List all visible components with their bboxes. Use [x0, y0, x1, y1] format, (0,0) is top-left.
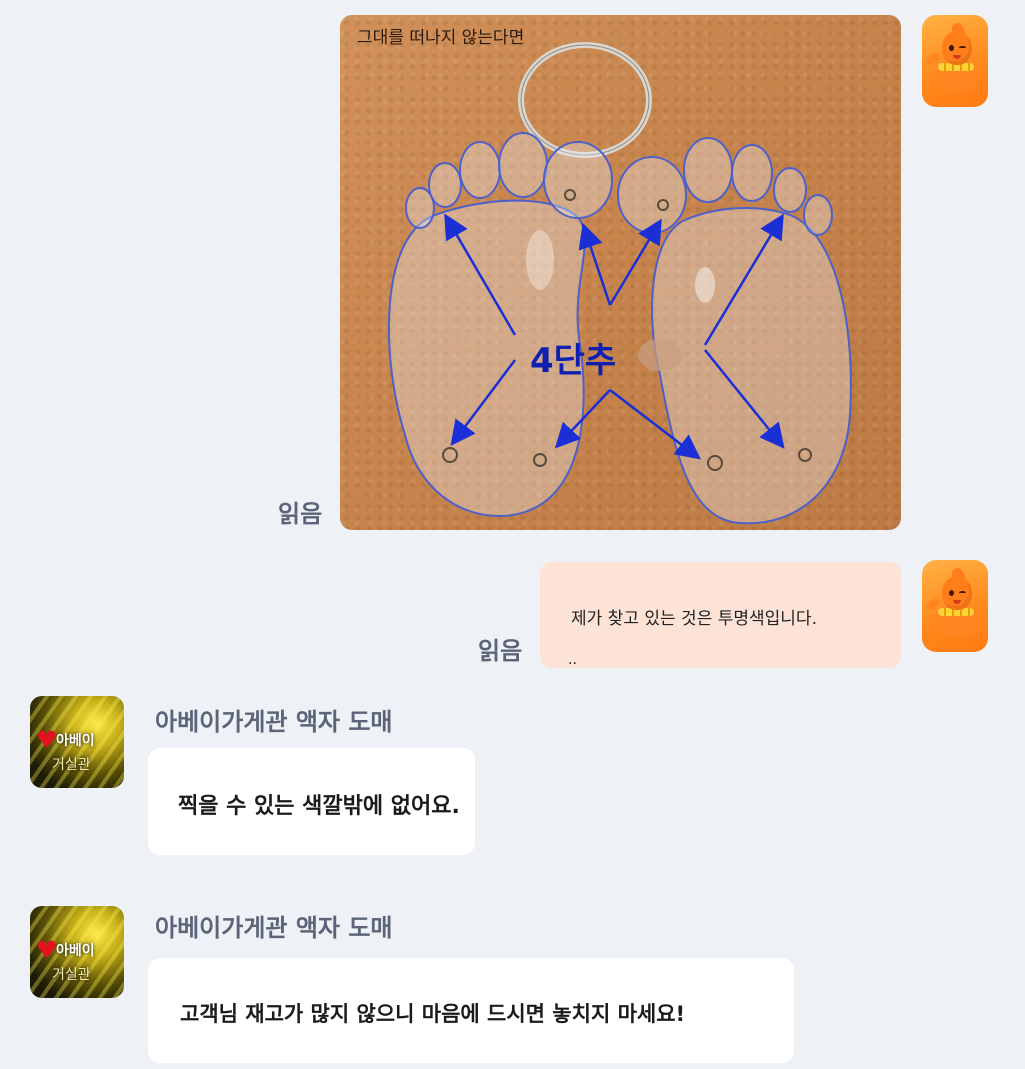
sender-name[interactable]: 아베이가게관 액자 도매 [155, 702, 393, 737]
message-image-row: 그대를 떠나지 않는다면 4단추 읽음 [0, 0, 1025, 540]
message-text: 제가 찾고 있는 것은 투명색입니다. [571, 609, 817, 629]
avatar-text-line2: 거실관 [52, 967, 91, 983]
message-text-row-shop: ♥ 아베이 거실관 아베이가게관 액자 도매 고객님 재고가 많지 않으니 마음… [0, 900, 1025, 1069]
my-avatar[interactable] [922, 15, 988, 107]
shop-avatar[interactable]: ♥ 아베이 거실관 [30, 906, 124, 998]
sender-name[interactable]: 아베이가게관 액자 도매 [155, 908, 393, 943]
read-status: 읽음 [478, 637, 523, 665]
avatar-text-line1: 아베이 [56, 733, 95, 749]
heart-icon: ♥ [36, 936, 58, 964]
avatar-text-line2: 거실관 [52, 757, 91, 773]
shop-message-bubble[interactable]: 찍을 수 있는 색깔밖에 없어요. [148, 748, 475, 855]
message-text: 고객님 재고가 많지 않으니 마음에 드시면 놓치지 마세요! [180, 1002, 686, 1026]
keychain-illustration [387, 42, 852, 525]
heart-icon: ♥ [36, 726, 58, 754]
shop-avatar[interactable]: ♥ 아베이 거실관 [30, 696, 124, 788]
message-text: 찍을 수 있는 색깔밖에 없어요. [178, 794, 460, 819]
message-text-row-shop: ♥ 아베이 거실관 아베이가게관 액자 도매 찍을 수 있는 색깔밖에 없어요. [0, 690, 1025, 860]
message-text-row-self: 제가 찾고 있는 것은 투명색입니다. .. 읽음 [0, 555, 1025, 675]
avatar-text-line1: 아베이 [56, 943, 95, 959]
message-trailing: .. [568, 652, 577, 668]
image-center-label: 4단추 [530, 341, 617, 381]
read-status: 읽음 [278, 500, 323, 528]
shop-message-bubble[interactable]: 고객님 재고가 많지 않으니 마음에 드시면 놓치지 마세요! [148, 958, 794, 1063]
self-message-bubble[interactable]: 제가 찾고 있는 것은 투명색입니다. .. [540, 562, 901, 668]
shared-product-image[interactable]: 그대를 떠나지 않는다면 4단추 [340, 15, 901, 530]
my-avatar[interactable] [922, 560, 988, 652]
